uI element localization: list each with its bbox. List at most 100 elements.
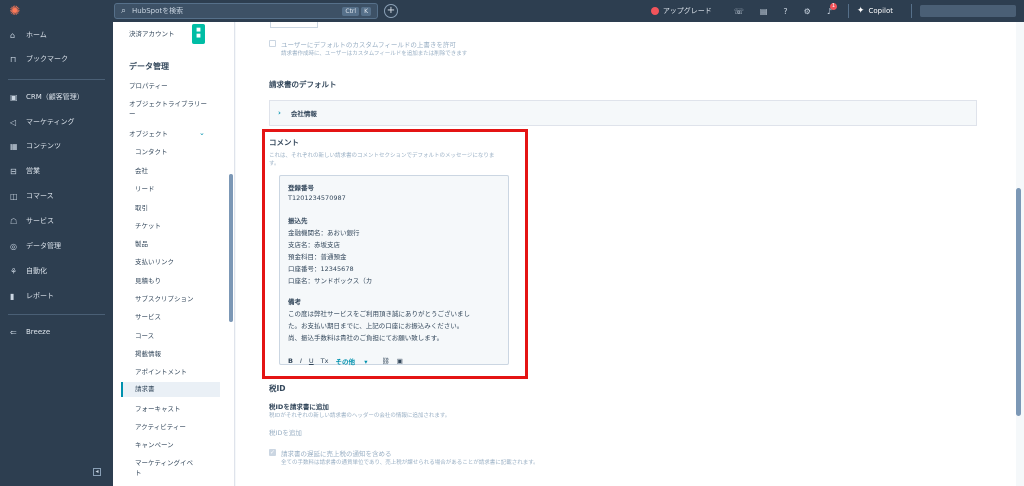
main-left-navigation: ⌂ ホーム ⊓ ブックマーク ▣ CRM（顧客管理） ◁ マーケティング ▦ コンテンツ … — [0, 22, 113, 486]
underline-button[interactable]: U — [309, 357, 314, 365]
settings-item-payment-account[interactable]: 決済アカウント — [129, 29, 219, 39]
top-navigation-bar: ✺ ⌕ HubSpotを検索 Ctrl K + アップグレード ☏ ▤ ? ⚙ … — [0, 0, 1024, 22]
nav-item-marketing[interactable]: ◁ マーケティング — [0, 115, 74, 129]
nav-item-content[interactable]: ▦ コンテンツ — [0, 139, 61, 153]
settings-gear-icon[interactable]: ⚙ — [804, 7, 811, 16]
company-info-accordion[interactable]: › 会社情報 — [269, 100, 977, 126]
settings-item-objects[interactable]: オブジェクト — [129, 129, 219, 139]
settings-item-object-library[interactable]: オブジェクトライブラリーー — [129, 99, 219, 119]
settings-subitem-services[interactable]: サービス — [135, 312, 225, 322]
settings-subitem-marketing-events[interactable]: マーケティングイベト — [135, 458, 225, 478]
settings-subitem-contacts[interactable]: コンタクト — [135, 147, 225, 157]
clear-format-button[interactable]: Tx — [321, 357, 329, 365]
marketing-events-label: マーケティングイベ — [135, 459, 193, 467]
settings-sidebar: 決済アカウント ■ ■ データ管理 プロパティー オブジェクトライブラリーー オブ… — [113, 22, 235, 486]
main-content-scrollbar[interactable] — [1016, 188, 1021, 416]
nav-item-sales[interactable]: ⊟ 営業 — [0, 164, 40, 178]
content-icon: ▦ — [10, 141, 18, 151]
settings-subitem-activities[interactable]: アクティビティー — [135, 422, 225, 432]
custom-field-input[interactable] — [270, 22, 318, 28]
nav-item-home[interactable]: ⌂ ホーム — [0, 28, 47, 42]
settings-item-properties[interactable]: プロパティー — [129, 81, 219, 91]
comment-line-account-number: 口座番号：12345678 — [288, 265, 354, 273]
settings-subitem-courses[interactable]: コース — [135, 331, 225, 341]
service-icon: ☖ — [10, 216, 18, 226]
overdue-tax-notice-checkbox[interactable]: ✓ — [269, 449, 276, 456]
more-options-label: その他 — [335, 358, 355, 366]
account-menu[interactable] — [920, 5, 1016, 17]
settings-subitem-payment-links[interactable]: 支払いリンク — [135, 257, 225, 267]
nav-label: Breeze — [26, 328, 51, 336]
comment-line-branch: 支店名：赤坂支店 — [288, 241, 340, 249]
nav-label: CRM（顧客管理） — [26, 93, 84, 101]
allow-custom-field-override-checkbox[interactable] — [269, 40, 276, 47]
add-tax-id-link[interactable]: 税IDを追加 — [269, 427, 302, 437]
tax-id-add-desc: 税IDがそれぞれの新しい請求書のヘッダーの会社の情報に追加されます。 — [269, 413, 451, 419]
settings-subitem-quotes[interactable]: 見積もり — [135, 276, 225, 286]
nav-item-bookmarks[interactable]: ⊓ ブックマーク — [0, 52, 68, 66]
nav-label: コンテンツ — [26, 142, 61, 150]
crm-icon: ▣ — [10, 92, 18, 102]
sales-icon: ⊟ — [10, 166, 17, 176]
settings-sidebar-scrollbar[interactable] — [229, 174, 233, 322]
nav-item-breeze[interactable]: ⇐ Breeze — [0, 325, 50, 339]
nav-label: マーケティング — [26, 118, 75, 126]
bold-button[interactable]: B — [288, 357, 293, 365]
bookmark-icon: ⊓ — [10, 54, 17, 64]
upgrade-button[interactable]: アップグレード — [650, 6, 712, 16]
nav-item-reports[interactable]: ▮ レポート — [0, 289, 54, 303]
settings-subitem-appointments[interactable]: アポイントメント — [135, 367, 225, 377]
comment-line-bank-heading: 振込先 — [288, 217, 308, 225]
commerce-icon: ◫ — [10, 191, 18, 201]
marketplace-icon[interactable]: ▤ — [760, 7, 768, 16]
automation-icon: ⚘ — [10, 266, 18, 276]
company-info-label: 会社情報 — [290, 110, 317, 118]
copilot-sparkle-icon: ✦ — [856, 6, 865, 16]
nav-item-automation[interactable]: ⚘ 自動化 — [0, 264, 47, 278]
nav-item-commerce[interactable]: ◫ コマース — [0, 189, 54, 203]
global-search-input[interactable]: ⌕ HubSpotを検索 Ctrl K — [114, 3, 378, 19]
comment-line-bank-name: 金融機関名：あおい銀行 — [288, 229, 360, 237]
comment-line-notes-heading: 備考 — [288, 298, 301, 306]
comment-line-notes-3: 尚、振込手数料は貴社のご負担にてお願い致します。 — [288, 334, 444, 342]
phone-icon[interactable]: ☏ — [734, 7, 744, 16]
comment-rich-text-editor[interactable]: 登録番号 T1201234570987 振込先 金融機関名：あおい銀行 支店名：… — [279, 175, 509, 366]
settings-subitem-tickets[interactable]: チケット — [135, 221, 225, 231]
invoice-defaults-title: 請求書のデフォルト — [269, 80, 337, 89]
nav-divider — [8, 79, 105, 80]
search-icon: ⌕ — [121, 6, 127, 16]
link-icon[interactable]: ⛓ — [382, 357, 390, 365]
comment-description: これは、それぞれの新しい請求書のコメントセクションでデフォルトのメッセージになり… — [269, 151, 494, 167]
more-options-button[interactable]: その他 ▾ — [335, 356, 374, 366]
settings-subitem-leads[interactable]: リード — [135, 184, 225, 194]
collapse-nav-icon[interactable]: ◂ — [93, 468, 101, 476]
notifications-bell-icon[interactable]: ♪ 1 — [827, 2, 837, 16]
upgrade-label: アップグレード — [662, 7, 712, 15]
hubspot-logo-icon[interactable]: ✺ — [4, 0, 26, 22]
settings-subitem-campaigns[interactable]: キャンペーン — [135, 440, 225, 450]
home-icon: ⌂ — [10, 30, 16, 40]
topbar-divider — [911, 4, 912, 18]
help-icon[interactable]: ? — [783, 7, 787, 16]
create-new-button[interactable]: + — [384, 4, 398, 18]
settings-subitem-products[interactable]: 製品 — [135, 239, 225, 249]
image-icon[interactable]: ▣ — [397, 357, 403, 365]
nav-item-service[interactable]: ☖ サービス — [0, 214, 54, 228]
settings-subitem-listings[interactable]: 掲載情報 — [135, 349, 225, 359]
nav-label: 営業 — [26, 167, 40, 175]
nav-item-crm[interactable]: ▣ CRM（顧客管理） — [0, 90, 84, 104]
settings-subitem-subscriptions[interactable]: サブスクリプション — [135, 294, 225, 304]
settings-subitem-invoices[interactable]: 請求書 — [121, 382, 220, 397]
search-placeholder: HubSpotを検索 — [132, 7, 184, 15]
rich-text-toolbar: B I U Tx その他 ▾ ⛓ ▣ — [288, 356, 410, 366]
settings-subitem-forecast[interactable]: フォーキャスト — [135, 404, 225, 414]
new-badge-icon: ■ ■ — [192, 24, 205, 44]
settings-subitem-deals[interactable]: 取引 — [135, 203, 225, 213]
tax-id-title: 税ID — [269, 384, 286, 393]
object-library-label-wrap: ー — [129, 110, 136, 118]
nav-item-data-management[interactable]: ◎ データ管理 — [0, 239, 61, 253]
copilot-button[interactable]: ✦ Copilot — [857, 6, 893, 16]
italic-button[interactable]: I — [300, 357, 302, 365]
settings-subitem-companies[interactable]: 会社 — [135, 166, 225, 176]
chevron-down-icon[interactable]: ⌄ — [199, 129, 205, 137]
